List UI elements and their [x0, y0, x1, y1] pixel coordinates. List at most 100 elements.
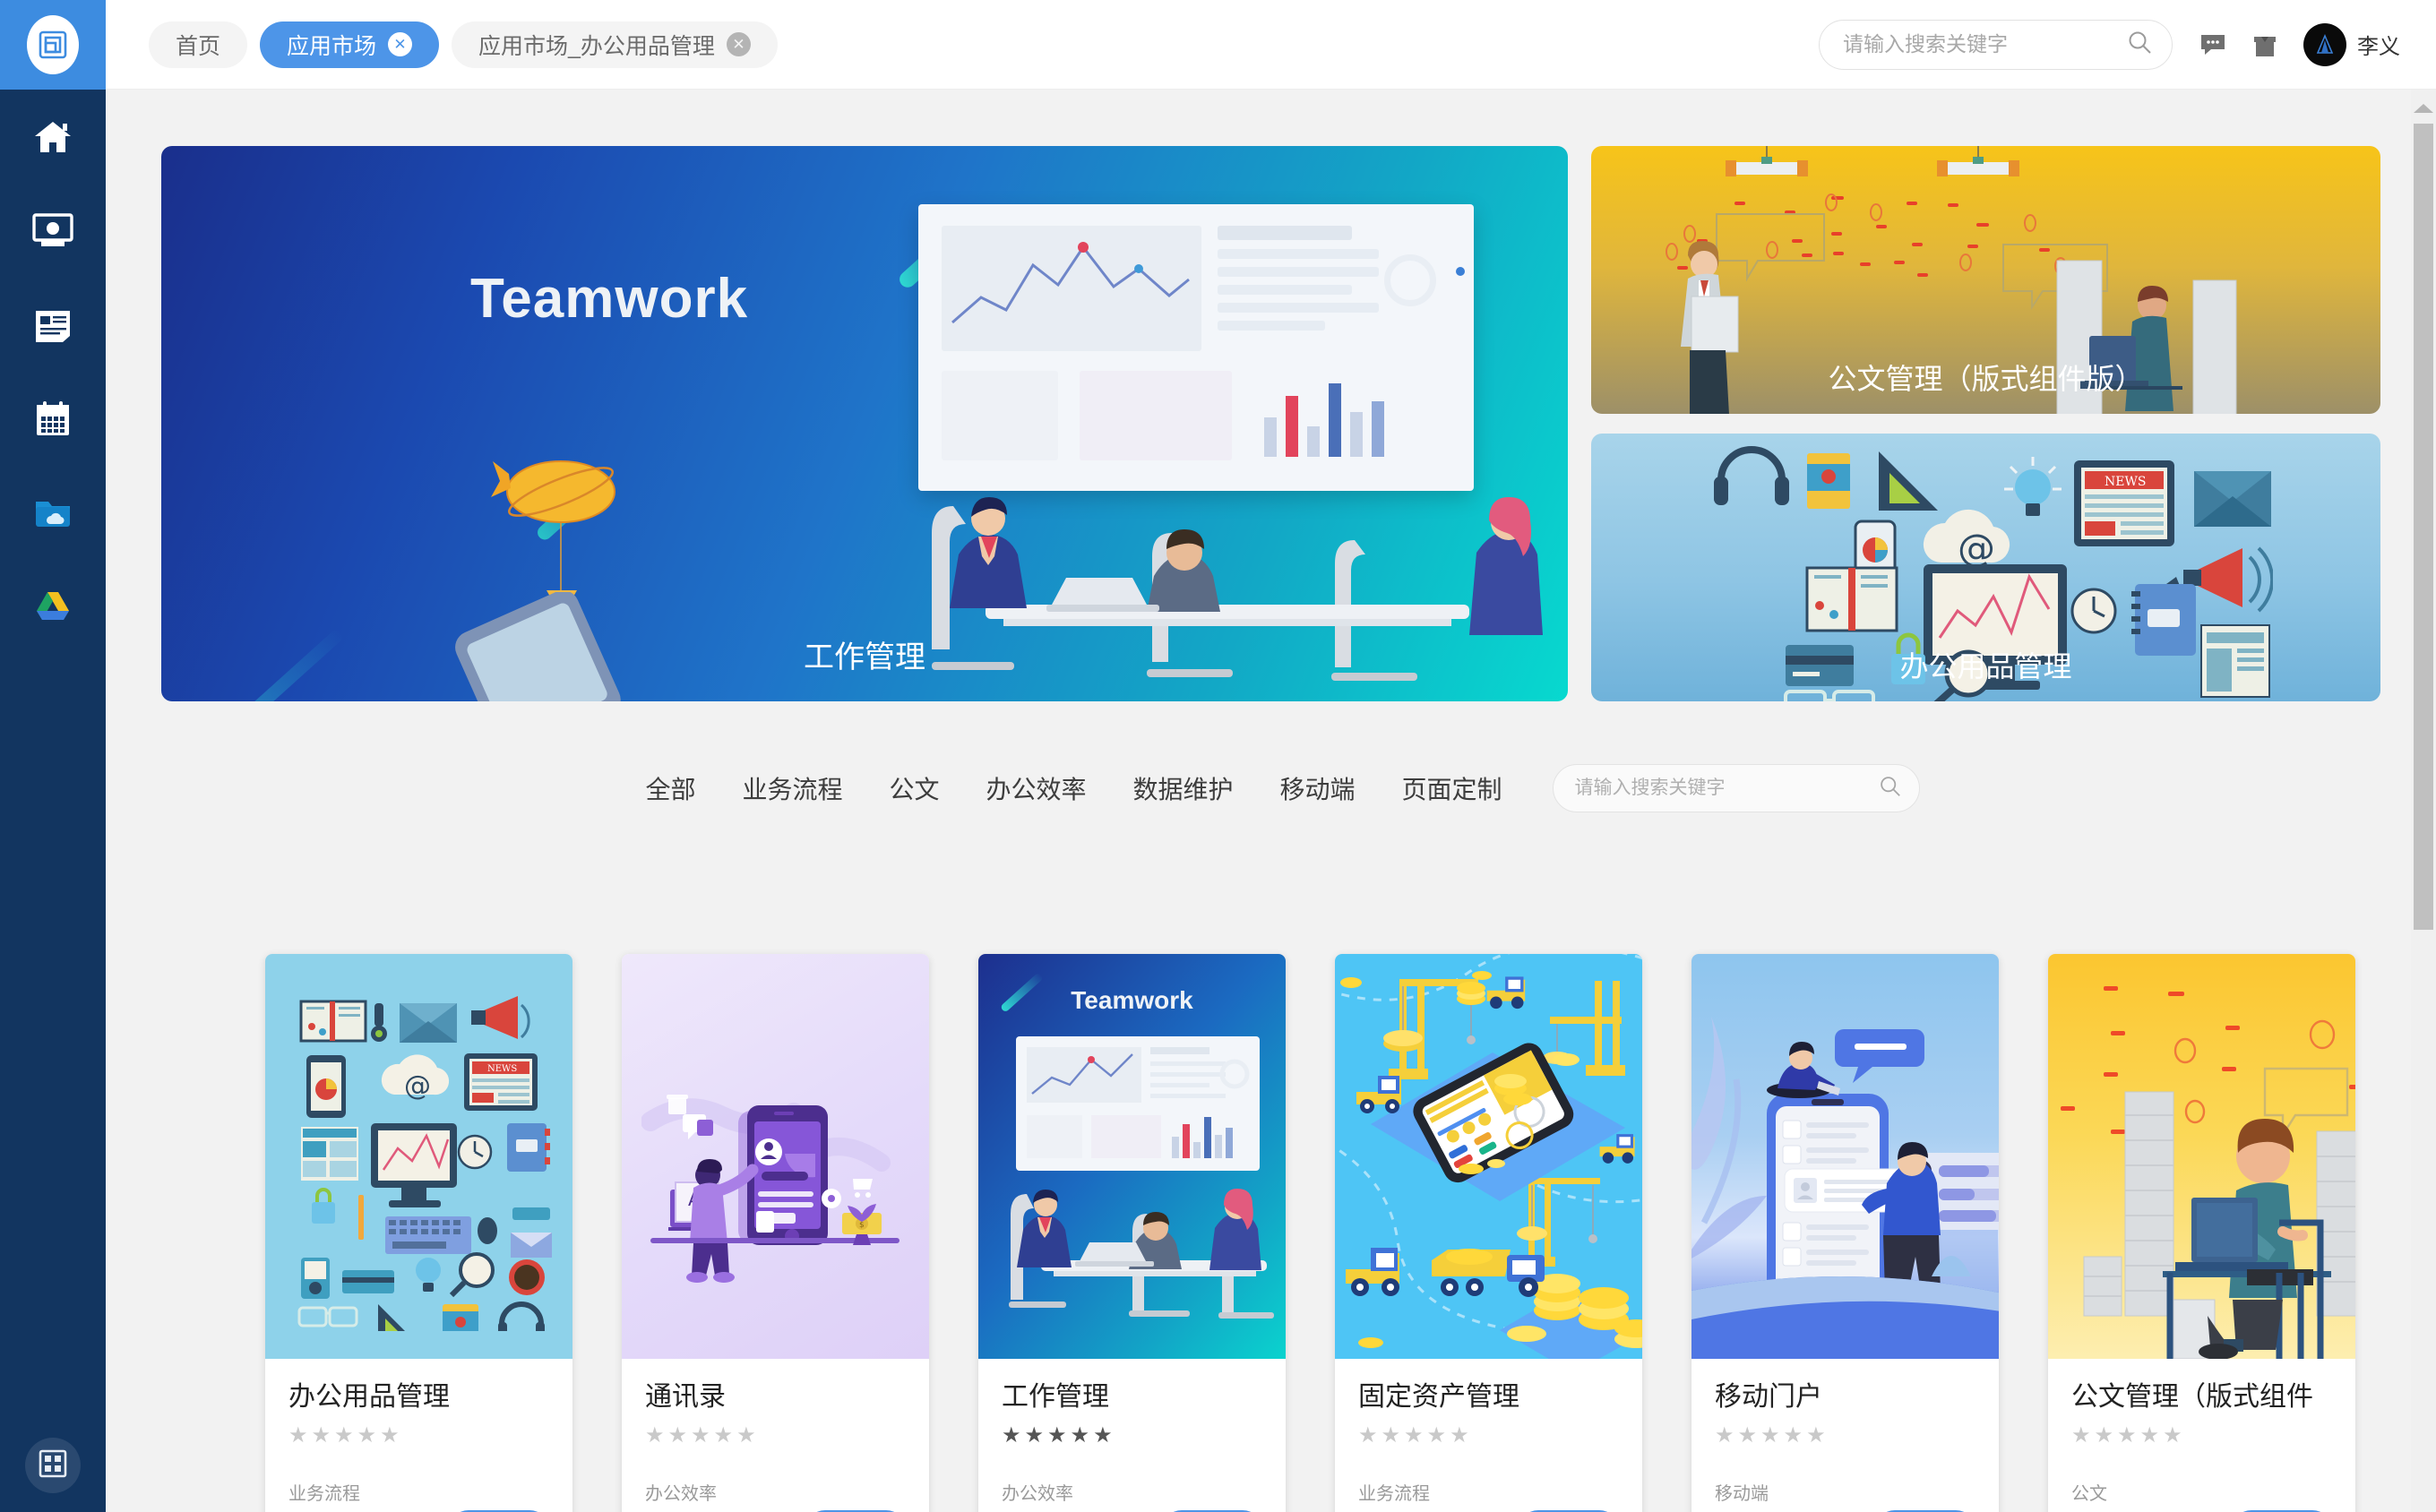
- card-body: 固定资产管理 ★★★★★ 业务流程 Free 安装: [1335, 1359, 1642, 1512]
- global-search[interactable]: [1819, 19, 2173, 70]
- tab-label: 首页: [176, 33, 221, 59]
- sidebar-apps-button[interactable]: [0, 1419, 106, 1512]
- filter-business-process[interactable]: 业务流程: [719, 770, 865, 806]
- rating-stars[interactable]: ★★★★★: [645, 1422, 906, 1448]
- svg-text:@: @: [404, 1070, 431, 1102]
- card-body: 工作管理 ★★★★★ 办公效率 Free 安装: [978, 1359, 1286, 1512]
- app-logo-icon: [27, 15, 79, 74]
- filter-all[interactable]: 全部: [622, 770, 719, 806]
- portal-user-icon: [32, 212, 73, 249]
- calendar-icon: [34, 400, 72, 438]
- card-title: 公文管理（版式组件: [2071, 1382, 2313, 1412]
- sidebar-item-cloud-folder[interactable]: [0, 466, 106, 560]
- top-bar: 首页 应用市场 ✕ 应用市场_办公用品管理 ✕ 请输入搜索关键字 李义: [106, 0, 2436, 90]
- search-input[interactable]: [1843, 32, 2127, 56]
- left-sidebar: [0, 0, 106, 1512]
- app-card[interactable]: A: [622, 954, 929, 1512]
- tab-app-market-office-supplies[interactable]: 应用市场_办公用品管理 ✕: [452, 21, 778, 68]
- card-body: 公文管理（版式组件 ★★★★★ 公文 Free 安装: [2048, 1359, 2355, 1512]
- card-title: 工作管理: [1002, 1382, 1109, 1412]
- scrollbar-thumb[interactable]: [2414, 124, 2433, 930]
- drive-icon: [32, 589, 73, 625]
- app-card[interactable]: @ NEWS 办公用品管理 ★★★★★ 业务流程: [265, 954, 572, 1512]
- side-banner-label: 办公用品管理: [1899, 650, 2072, 683]
- official-document-thumb: [2048, 954, 2355, 1359]
- sidebar-item-home[interactable]: [0, 90, 106, 184]
- user-menu[interactable]: 李义: [2303, 22, 2400, 66]
- card-category: 公文: [2071, 1483, 2107, 1504]
- hero-headline: Teamwork: [470, 268, 749, 330]
- card-category: 业务流程: [1358, 1483, 1430, 1504]
- sidebar-item-drive[interactable]: [0, 560, 106, 654]
- rating-stars[interactable]: ★★★★★: [1002, 1422, 1262, 1448]
- filter-page-customization[interactable]: 页面定制: [1379, 770, 1526, 806]
- teamwork-thumb: Teamwork: [978, 954, 1286, 1359]
- hero-banner-label: 工作管理: [804, 640, 925, 674]
- app-logo[interactable]: [0, 0, 106, 90]
- card-category: 业务流程: [288, 1483, 360, 1504]
- card-title: 办公用品管理: [288, 1382, 450, 1412]
- svg-text:$: $: [859, 1221, 865, 1230]
- card-title: 移动门户: [1715, 1382, 1822, 1412]
- side-banner-column: 公文管理（版式组件版） @ NEWS 办公用品管理: [1591, 146, 2380, 701]
- scroll-up-arrow-icon[interactable]: [2414, 104, 2433, 113]
- svg-text:NEWS: NEWS: [487, 1064, 517, 1074]
- app-card[interactable]: 移动门户 ★★★★★ 移动端 Free 安装: [1691, 954, 1999, 1512]
- card-body: 通讯录 ★★★★★ 办公效率 Free 安装: [622, 1359, 929, 1512]
- top-bar-right: 李义: [1819, 19, 2400, 70]
- fixed-assets-thumb: [1335, 954, 1642, 1359]
- hero-banner[interactable]: Teamwork 工作管理: [161, 146, 1568, 701]
- rating-stars[interactable]: ★★★★★: [2071, 1422, 2332, 1448]
- tab-label: 应用市场_办公用品管理: [478, 33, 715, 59]
- filter-official-document[interactable]: 公文: [865, 770, 962, 806]
- home-icon: [33, 119, 73, 155]
- tab-label: 应用市场: [287, 33, 377, 59]
- card-category: 办公效率: [645, 1483, 717, 1504]
- sidebar-item-portal[interactable]: [0, 184, 106, 278]
- search-icon[interactable]: [2127, 30, 2152, 59]
- app-search[interactable]: [1552, 764, 1920, 812]
- svg-text:@: @: [1958, 526, 1995, 570]
- card-category: 移动端: [1715, 1483, 1769, 1504]
- category-filter-bar: 全部 业务流程 公文 办公效率 数据维护 移动端 页面定制: [161, 752, 2380, 824]
- message-icon[interactable]: [2199, 33, 2226, 56]
- filter-office-efficiency[interactable]: 办公效率: [962, 770, 1109, 806]
- banner-row: Teamwork 工作管理 公文管理（版式组件版） @ NEWS 办公用品管理: [161, 146, 2380, 701]
- card-category: 办公效率: [1002, 1483, 1073, 1504]
- app-card[interactable]: Teamwork 工作管理 ★★★★★ 办公效率: [978, 954, 1286, 1512]
- card-title: 通讯录: [645, 1382, 726, 1412]
- office-supplies-banner[interactable]: @ NEWS 办公用品管理: [1591, 434, 2380, 701]
- card-body: 移动门户 ★★★★★ 移动端 Free 安装: [1691, 1359, 1999, 1512]
- sidebar-item-calendar[interactable]: [0, 372, 106, 466]
- avatar: [2303, 22, 2346, 66]
- contacts-thumb: A: [622, 954, 929, 1359]
- side-banner-label: 公文管理（版式组件版）: [1828, 363, 2144, 395]
- vertical-scrollbar[interactable]: [2411, 90, 2436, 1512]
- user-name: 李义: [2357, 35, 2400, 59]
- tab-app-market[interactable]: 应用市场 ✕: [260, 21, 440, 68]
- news-document-icon: [33, 306, 73, 344]
- app-card[interactable]: 固定资产管理 ★★★★★ 业务流程 Free 安装: [1335, 954, 1642, 1512]
- close-icon[interactable]: ✕: [726, 32, 751, 56]
- rating-stars[interactable]: ★★★★★: [1715, 1422, 1975, 1448]
- tab-strip: 首页 应用市场 ✕ 应用市场_办公用品管理 ✕: [149, 21, 778, 68]
- app-card[interactable]: 公文管理（版式组件 ★★★★★ 公文 Free 安装: [2048, 954, 2355, 1512]
- sidebar-item-news[interactable]: [0, 278, 106, 372]
- tab-home[interactable]: 首页: [149, 21, 248, 68]
- rating-stars[interactable]: ★★★★★: [1358, 1422, 1619, 1448]
- gift-icon[interactable]: [2253, 32, 2277, 57]
- search-input[interactable]: [1574, 777, 1879, 799]
- main-content: Teamwork 工作管理 公文管理（版式组件版） @ NEWS 办公用品管理 …: [106, 90, 2436, 1512]
- office-supplies-thumb: @ NEWS: [265, 954, 572, 1359]
- filter-data-maintenance[interactable]: 数据维护: [1110, 770, 1257, 806]
- rating-stars[interactable]: ★★★★★: [288, 1422, 549, 1448]
- card-body: 办公用品管理 ★★★★★ 业务流程 Free 安装: [265, 1359, 572, 1512]
- mobile-portal-thumb: [1691, 954, 1999, 1359]
- search-icon[interactable]: [1879, 775, 1901, 802]
- close-icon[interactable]: ✕: [388, 32, 413, 56]
- grid-apps-icon: [39, 1449, 67, 1482]
- card-title: 固定资产管理: [1358, 1382, 1519, 1412]
- app-card-grid: @ NEWS 办公用品管理 ★★★★★ 业务流程 $ 通讯录 ★★★★★ 办公效…: [265, 954, 2355, 1512]
- filter-mobile[interactable]: 移动端: [1257, 770, 1379, 806]
- official-document-banner[interactable]: 公文管理（版式组件版）: [1591, 146, 2380, 414]
